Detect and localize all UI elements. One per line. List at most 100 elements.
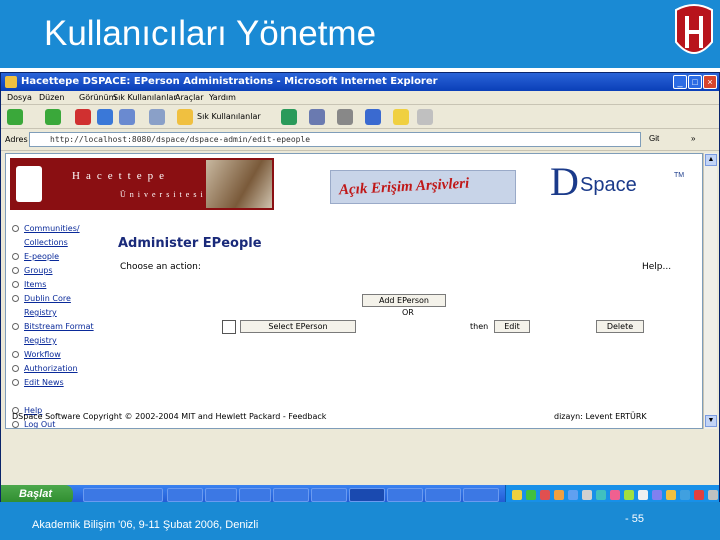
edit-button[interactable]: Edit [494,320,530,333]
favorites-label[interactable]: Sık Kullanılanlar [197,112,261,121]
taskbar-item[interactable] [205,488,237,502]
nav-dublin-core-registry[interactable]: Registry [12,308,112,322]
close-button[interactable]: × [703,75,717,89]
tray-icon[interactable] [680,490,690,500]
tray-icon[interactable] [666,490,676,500]
bullet-icon [12,365,19,372]
search-icon[interactable] [149,109,165,125]
open-access-label: Açık Erişim Arşivleri [338,175,470,199]
folder-icon[interactable] [393,109,409,125]
nav-dublin-core[interactable]: Dublin Core [12,294,112,308]
nav-logout[interactable]: Log Out [12,420,112,429]
page-heading: Administer EPeople [118,236,262,251]
nav-communities[interactable]: Communities/ [12,224,112,238]
taskbar-item[interactable] [311,488,347,502]
taskbar-item[interactable] [239,488,271,502]
forward-icon[interactable] [45,109,61,125]
tray-icon[interactable] [554,490,564,500]
tray-icon[interactable] [694,490,704,500]
bullet-icon [12,323,19,330]
university-logo [16,166,42,202]
tray-icon[interactable] [610,490,620,500]
slide-title: Kullanıcıları Yönetme [44,14,377,53]
menu-view[interactable]: Görünüm [79,93,116,102]
nav-workflow[interactable]: Workflow [12,350,112,364]
taskbar-item[interactable] [425,488,461,502]
tray-icon[interactable] [582,490,592,500]
tray-icon[interactable] [568,490,578,500]
edit-icon[interactable] [365,109,381,125]
nav-label: Items [24,280,47,289]
menu-favorites[interactable]: Sık Kullanılanlar [113,93,177,102]
scroll-up-icon[interactable]: ▲ [705,154,717,166]
nav-label: Log Out [24,420,56,429]
choose-action-label: Choose an action: [120,262,201,272]
bullet-icon [12,267,19,274]
select-eperson-button[interactable]: Select EPerson [240,320,356,333]
nav-label: Communities/ [24,224,80,233]
messenger-icon[interactable] [417,109,433,125]
nav-epeople[interactable]: E-people [12,252,112,266]
page-footer: DSpace Software Copyright © 2002-2004 MI… [12,412,327,421]
nav-items[interactable]: Items [12,280,112,294]
help-link[interactable]: Help... [642,262,671,272]
tray-icon[interactable] [708,490,718,500]
nav-authorization[interactable]: Authorization [12,364,112,378]
delete-button[interactable]: Delete [596,320,644,333]
add-eperson-button[interactable]: Add EPerson [362,294,446,307]
vertical-scrollbar[interactable]: ▲ ▼ [703,153,717,429]
page-number: - 55 [625,513,644,525]
taskbar-item[interactable] [167,488,203,502]
menu-help[interactable]: Yardım [209,93,236,102]
taskbar-item-active[interactable] [349,488,385,502]
arrow-icon [12,253,19,260]
banner-name: Hacettepe [72,170,170,182]
go-button[interactable]: Git [649,134,659,143]
eperson-select-box[interactable] [222,320,236,334]
nav-label: Workflow [24,350,61,359]
tray-icon[interactable] [512,490,522,500]
bullet-icon [12,295,19,302]
tray-icon[interactable] [624,490,634,500]
home-icon[interactable] [119,109,135,125]
back-icon[interactable] [7,109,23,125]
refresh-icon[interactable] [97,109,113,125]
tray-icon[interactable] [596,490,606,500]
window-title: Hacettepe DSPACE: EPerson Administration… [21,76,438,87]
menu-edit[interactable]: Düzen [39,93,64,102]
history-icon[interactable] [281,109,297,125]
nav-label: Edit News [24,378,64,387]
nav-bitstream-registry[interactable]: Registry [12,336,112,350]
address-input[interactable]: http://localhost:8080/dspace/dspace-admi… [29,132,641,147]
ie-icon [5,76,17,88]
nav-collections[interactable]: Collections [12,238,112,252]
mail-icon[interactable] [309,109,325,125]
minimize-button[interactable]: _ [673,75,687,89]
nav-edit-news[interactable]: Edit News [12,378,112,392]
menu-file[interactable]: Dosya [7,93,32,102]
nav-label: Authorization [24,364,78,373]
nav-bitstream-format[interactable]: Bitstream Format [12,322,112,336]
nav-groups[interactable]: Groups [12,266,112,280]
campus-photo [206,160,272,208]
stop-icon[interactable] [75,109,91,125]
tray-icon[interactable] [652,490,662,500]
bullet-icon [12,421,19,428]
links-button[interactable]: » [691,134,695,143]
scroll-down-icon[interactable]: ▼ [705,415,717,427]
quick-launch[interactable] [83,488,163,502]
title-bar: Hacettepe DSPACE: EPerson Administration… [1,73,719,91]
tray-icon[interactable] [526,490,536,500]
tray-icon[interactable] [638,490,648,500]
maximize-button[interactable]: □ [688,75,702,89]
favorites-icon[interactable] [177,109,193,125]
nav-label: E-people [24,252,60,261]
taskbar-item[interactable] [387,488,423,502]
taskbar-item[interactable] [463,488,499,502]
hacettepe-logo [675,4,713,54]
nav-label: Groups [24,266,53,275]
tray-icon[interactable] [540,490,550,500]
menu-tools[interactable]: Araçlar [175,93,203,102]
print-icon[interactable] [337,109,353,125]
taskbar-item[interactable] [273,488,309,502]
